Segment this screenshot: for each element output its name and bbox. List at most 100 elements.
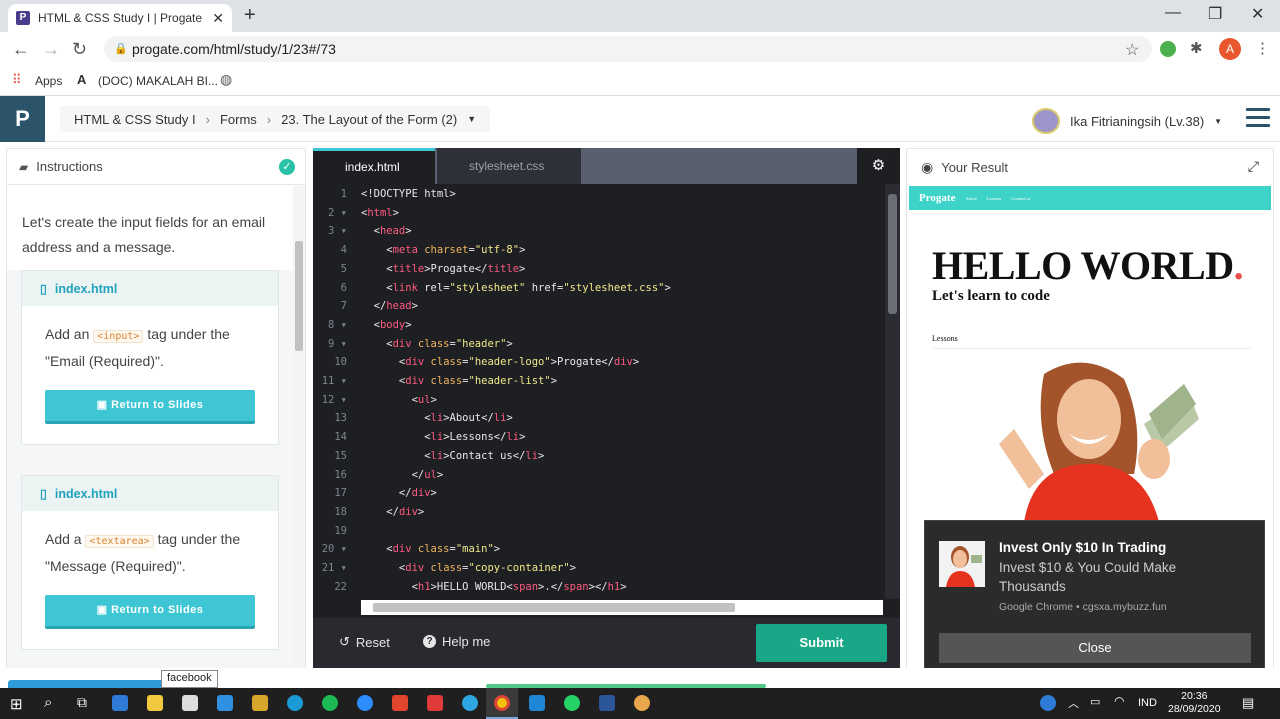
notification-close-button[interactable]: Close — [939, 633, 1251, 663]
help-button[interactable]: ? Help me — [423, 634, 490, 649]
code-line[interactable]: </head> — [361, 300, 418, 312]
task-view-icon[interactable]: ⧉ — [77, 694, 87, 711]
help-tray-icon[interactable] — [1040, 695, 1056, 711]
back-icon[interactable]: ← — [12, 39, 30, 60]
editor-vertical-scrollbar[interactable] — [885, 184, 900, 599]
chrome-taskbar-button[interactable] — [486, 688, 518, 719]
code-line[interactable]: <li>Lessons</li> — [361, 431, 525, 443]
preview-lessons-heading: Lessons — [932, 334, 958, 343]
wifi-icon[interactable]: ◠ — [1114, 694, 1124, 708]
chrome-notification[interactable]: Invest Only $10 In Trading Invest $10 & … — [924, 520, 1265, 678]
code-line[interactable]: <li>Contact us</li> — [361, 450, 544, 462]
edge-icon[interactable] — [287, 695, 303, 711]
word-icon[interactable] — [599, 695, 615, 711]
window-close-icon[interactable]: ✕ — [1251, 4, 1264, 24]
spotify-icon[interactable] — [322, 695, 338, 711]
app-icon[interactable] — [529, 695, 545, 711]
code-line[interactable]: <li>About</li> — [361, 412, 513, 424]
code-line[interactable]: <body> — [361, 319, 412, 331]
code-line[interactable]: <!DOCTYPE html> — [361, 188, 456, 200]
url-field[interactable]: 🔒 progate.com/html/study/1/23#/73 — [104, 36, 1152, 62]
gear-icon[interactable]: ⚙ — [857, 148, 900, 184]
menu-dots-icon[interactable]: ⋮ — [1255, 39, 1270, 57]
instructions-scrollbar[interactable] — [293, 186, 305, 668]
user-menu[interactable]: Ika Fitrianingsih (Lv.38) ▼ — [1032, 108, 1222, 134]
code-line[interactable]: </div> — [361, 487, 437, 499]
headline-text: HELLO WORLD — [932, 243, 1234, 288]
code-line[interactable]: <html> — [361, 207, 399, 219]
scrollbar-thumb[interactable] — [888, 194, 897, 314]
breadcrumb-course[interactable]: HTML & CSS Study I — [74, 112, 196, 127]
search-icon[interactable]: ⌕ — [44, 694, 52, 711]
code-line[interactable]: <ul> — [361, 394, 437, 406]
code-line[interactable]: <div class="header-list"> — [361, 375, 557, 387]
breadcrumb-section[interactable]: Forms — [220, 112, 257, 127]
maximize-icon[interactable]: ❐ — [1208, 4, 1222, 24]
clock-date: 28/09/2020 — [1168, 703, 1221, 715]
bookmark-makalah[interactable]: (DOC) MAKALAH BI... — [98, 74, 218, 88]
tab-index-html[interactable]: index.html — [313, 148, 435, 184]
reload-icon[interactable]: ↻ — [72, 39, 87, 60]
progate-logo[interactable]: P — [0, 96, 45, 142]
code-line[interactable]: <h1>HELLO WORLD<span>.</span></h1> — [361, 581, 627, 593]
expand-icon[interactable]: ⤢ — [1248, 158, 1259, 175]
hamburger-menu-icon[interactable] — [1246, 108, 1270, 128]
tray-chevron-icon[interactable]: ︿ — [1068, 695, 1079, 711]
code-line[interactable]: </div> — [361, 506, 424, 518]
notepad-icon[interactable] — [182, 695, 198, 711]
globe-icon[interactable]: ◍ — [220, 71, 232, 88]
star-icon[interactable]: ☆ — [1125, 40, 1139, 60]
clock[interactable]: 20:36 28/09/2020 — [1168, 690, 1221, 716]
app-icon[interactable] — [634, 695, 650, 711]
store-icon[interactable] — [112, 695, 128, 711]
code-line[interactable]: <div class="header"> — [361, 338, 512, 350]
notifications-icon[interactable]: ▤ — [1242, 695, 1254, 711]
code-line[interactable]: <div class="header-logo">Progate</div> — [361, 356, 639, 368]
line-number: 13 — [334, 412, 347, 425]
scrollbar-thumb[interactable] — [295, 241, 303, 351]
breadcrumb-lesson[interactable]: 23. The Layout of the Form (2) — [281, 112, 457, 127]
scrollbar-thumb[interactable] — [373, 603, 735, 612]
code-line[interactable]: <title>Progate</title> — [361, 263, 525, 275]
app-icon[interactable] — [427, 695, 443, 711]
office-icon[interactable] — [392, 695, 408, 711]
new-tab-icon[interactable]: + — [244, 4, 256, 27]
profile-avatar[interactable]: A — [1219, 38, 1241, 60]
code-line[interactable]: <meta charset="utf-8"> — [361, 244, 525, 256]
language-indicator[interactable]: IND — [1138, 697, 1157, 709]
code-line[interactable]: <div class="main"> — [361, 543, 500, 555]
code-line[interactable]: <head> — [361, 225, 412, 237]
breadcrumb[interactable]: HTML & CSS Study I › Forms › 23. The Lay… — [60, 106, 491, 132]
forward-icon[interactable]: → — [42, 39, 60, 60]
bookmark-apps[interactable]: Apps — [35, 74, 62, 88]
code-line[interactable]: <div class="copy-container"> — [361, 562, 576, 574]
slides-icon: ▣ — [96, 604, 108, 616]
code-area[interactable]: 1 <!DOCTYPE html> 2 ▾ <html> 3 ▾ <head> 4 <m… — [313, 184, 885, 599]
code-line[interactable]: <link rel="stylesheet" href="stylesheet.… — [361, 282, 671, 294]
preview-subhead: Let's learn to code — [932, 288, 1050, 304]
browser-tab[interactable]: P HTML & CSS Study I | Progate - L ✕ — [8, 4, 232, 32]
code-line[interactable]: </ul> — [361, 469, 444, 481]
battery-icon[interactable]: ▭ — [1090, 695, 1100, 708]
minimize-icon[interactable]: — — [1165, 4, 1181, 22]
telegram-icon[interactable] — [462, 695, 478, 711]
submit-button[interactable]: Submit — [756, 624, 887, 662]
extension-icon[interactable] — [1160, 41, 1176, 57]
line-number: 1 — [340, 188, 347, 200]
reset-button[interactable]: ↺ Reset — [339, 634, 390, 650]
editor-horizontal-scrollbar[interactable] — [361, 600, 883, 615]
zoom-icon[interactable] — [357, 695, 373, 711]
return-to-slides-button[interactable]: ▣ Return to Slides — [45, 390, 255, 424]
return-to-slides-button[interactable]: ▣ Return to Slides — [45, 595, 255, 629]
mail-icon[interactable] — [217, 695, 233, 711]
caret-down-icon[interactable]: ▼ — [467, 114, 476, 124]
puzzle-icon[interactable]: ✱ — [1190, 39, 1203, 57]
file-explorer-icon[interactable] — [147, 695, 163, 711]
photos-icon[interactable] — [252, 695, 268, 711]
tab-stylesheet-css[interactable]: stylesheet.css — [437, 148, 581, 184]
result-header: ◉ Your Result — [907, 149, 1273, 185]
whatsapp-icon[interactable] — [564, 695, 580, 711]
reset-icon: ↺ — [339, 634, 350, 649]
close-tab-icon[interactable]: ✕ — [212, 10, 224, 27]
windows-start-icon[interactable]: ⊞ — [10, 695, 23, 713]
